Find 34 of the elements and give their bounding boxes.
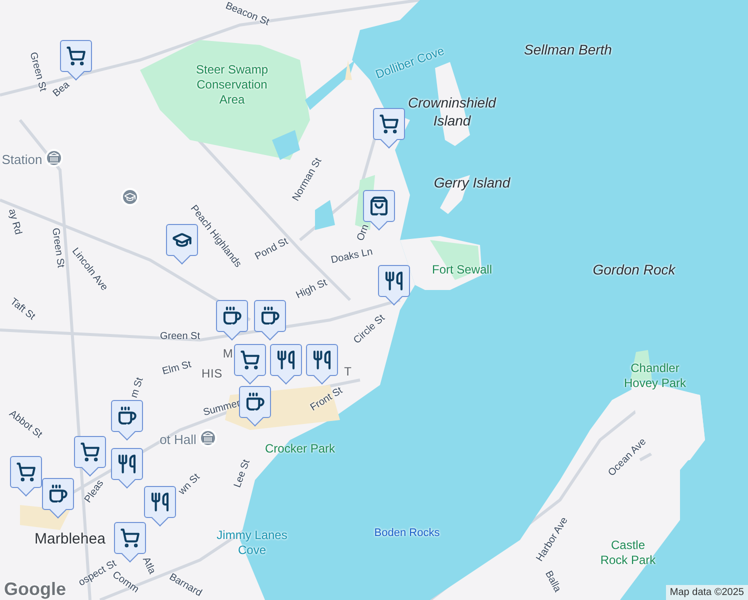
street-label: Taft St: [6, 296, 38, 324]
place-label: ot Hall: [160, 432, 196, 448]
street-label: wn St: [176, 472, 204, 498]
place-label: Marblehea: [34, 530, 106, 550]
street-label: Lee St: [232, 458, 254, 490]
street-label: Front St: [308, 385, 346, 415]
street-label: Orn: [355, 223, 372, 243]
place-label: Gordon Rock: [592, 261, 676, 279]
street-label: Green St: [48, 227, 66, 269]
place-label: Fort Sewall: [432, 262, 492, 278]
street-label: Doaks Ln: [330, 246, 374, 268]
street-label: ay Rd: [5, 208, 24, 236]
street-label: Green St: [160, 330, 200, 344]
street-label: m St: [128, 376, 147, 400]
street-label: Balla: [542, 569, 563, 595]
google-logo: Google: [4, 580, 66, 598]
street-label: Bea: [51, 80, 73, 100]
place-label: Dolliber Cove: [374, 44, 446, 82]
place-label: Sellman Berth: [524, 41, 612, 59]
street-label: Atla: [139, 556, 158, 576]
street-label: Green St: [26, 51, 48, 93]
place-label: T: [344, 364, 352, 380]
street-label: High St: [294, 277, 330, 303]
attribution-text: Map data ©2025: [666, 585, 748, 600]
place-label: M: [222, 346, 234, 362]
street-label: Summer: [202, 398, 242, 420]
place-label: Station: [2, 152, 42, 168]
place-label: Boden Rocks: [374, 527, 440, 541]
place-label: HIS: [202, 366, 222, 382]
place-label: Chandler Hovey Park: [622, 361, 688, 391]
place-label: Steer Swamp Conservation Area: [194, 62, 270, 108]
street-label: Elm St: [161, 359, 193, 379]
street-label: Pond St: [253, 236, 291, 264]
place-label: Castle Rock Park: [599, 538, 657, 568]
